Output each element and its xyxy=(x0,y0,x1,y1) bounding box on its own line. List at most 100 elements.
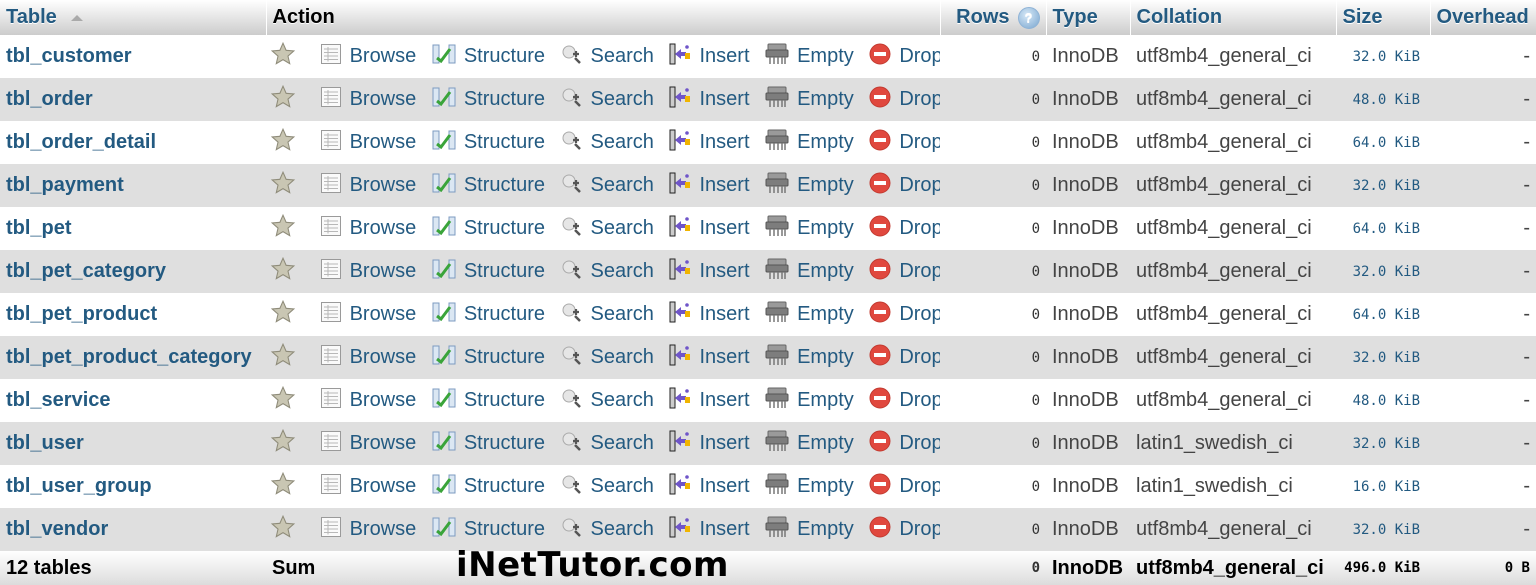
empty-button[interactable]: Empty xyxy=(765,128,854,158)
search-button[interactable]: Search xyxy=(561,258,654,286)
favorite-star-icon[interactable] xyxy=(270,428,296,460)
structure-button[interactable]: Structure xyxy=(432,215,545,243)
insert-button[interactable]: Insert xyxy=(669,472,750,502)
insert-button[interactable]: Insert xyxy=(669,214,750,244)
empty-button[interactable]: Empty xyxy=(765,42,854,72)
drop-button[interactable]: Drop xyxy=(869,387,940,415)
insert-button[interactable]: Insert xyxy=(669,429,750,459)
browse-button[interactable]: Browse xyxy=(320,258,416,286)
column-header-rows[interactable]: Rows? xyxy=(940,0,1047,35)
column-header-size[interactable]: Size xyxy=(1336,0,1431,35)
search-button[interactable]: Search xyxy=(561,430,654,458)
table-name-link[interactable]: tbl_user xyxy=(6,432,84,454)
table-name-link[interactable]: tbl_payment xyxy=(6,174,124,196)
favorite-star-icon[interactable] xyxy=(270,127,296,159)
drop-button[interactable]: Drop xyxy=(869,473,940,501)
browse-button[interactable]: Browse xyxy=(320,172,416,200)
empty-button[interactable]: Empty xyxy=(765,214,854,244)
favorite-star-icon[interactable] xyxy=(270,170,296,202)
drop-button[interactable]: Drop xyxy=(869,215,940,243)
table-name-link[interactable]: tbl_user_group xyxy=(6,475,152,497)
empty-button[interactable]: Empty xyxy=(765,343,854,373)
browse-button[interactable]: Browse xyxy=(320,301,416,329)
search-button[interactable]: Search xyxy=(561,344,654,372)
structure-button[interactable]: Structure xyxy=(432,129,545,157)
structure-button[interactable]: Structure xyxy=(432,43,545,71)
drop-button[interactable]: Drop xyxy=(869,301,940,329)
favorite-star-icon[interactable] xyxy=(270,514,296,546)
favorite-star-icon[interactable] xyxy=(270,256,296,288)
structure-button[interactable]: Structure xyxy=(432,258,545,286)
search-button[interactable]: Search xyxy=(561,301,654,329)
drop-button[interactable]: Drop xyxy=(869,516,940,544)
table-name-link[interactable]: tbl_pet xyxy=(6,217,72,239)
drop-button[interactable]: Drop xyxy=(869,344,940,372)
insert-button[interactable]: Insert xyxy=(669,257,750,287)
search-button[interactable]: Search xyxy=(561,172,654,200)
search-button[interactable]: Search xyxy=(561,129,654,157)
table-name-link[interactable]: tbl_vendor xyxy=(6,518,108,540)
insert-button[interactable]: Insert xyxy=(669,42,750,72)
drop-button[interactable]: Drop xyxy=(869,43,940,71)
search-button[interactable]: Search xyxy=(561,516,654,544)
structure-button[interactable]: Structure xyxy=(432,516,545,544)
column-header-collation[interactable]: Collation xyxy=(1130,0,1337,35)
browse-button[interactable]: Browse xyxy=(320,129,416,157)
favorite-star-icon[interactable] xyxy=(270,299,296,331)
structure-button[interactable]: Structure xyxy=(432,344,545,372)
browse-button[interactable]: Browse xyxy=(320,43,416,71)
empty-button[interactable]: Empty xyxy=(765,472,854,502)
browse-button[interactable]: Browse xyxy=(320,430,416,458)
empty-button[interactable]: Empty xyxy=(765,257,854,287)
browse-button[interactable]: Browse xyxy=(320,473,416,501)
insert-button[interactable]: Insert xyxy=(669,171,750,201)
insert-button[interactable]: Insert xyxy=(669,343,750,373)
insert-button[interactable]: Insert xyxy=(669,386,750,416)
drop-button[interactable]: Drop xyxy=(869,129,940,157)
drop-button[interactable]: Drop xyxy=(869,430,940,458)
structure-button[interactable]: Structure xyxy=(432,430,545,458)
column-header-overhead[interactable]: Overhead xyxy=(1430,0,1536,35)
browse-button[interactable]: Browse xyxy=(320,86,416,114)
insert-button[interactable]: Insert xyxy=(669,85,750,115)
table-name-link[interactable]: tbl_pet_product_category xyxy=(6,346,252,368)
favorite-star-icon[interactable] xyxy=(270,84,296,116)
structure-button[interactable]: Structure xyxy=(432,473,545,501)
empty-button[interactable]: Empty xyxy=(765,386,854,416)
empty-button[interactable]: Empty xyxy=(765,171,854,201)
search-button[interactable]: Search xyxy=(561,43,654,71)
table-name-link[interactable]: tbl_service xyxy=(6,389,111,411)
insert-button[interactable]: Insert xyxy=(669,515,750,545)
structure-button[interactable]: Structure xyxy=(432,387,545,415)
table-name-link[interactable]: tbl_order_detail xyxy=(6,131,156,153)
help-icon[interactable]: ? xyxy=(1017,6,1040,29)
structure-button[interactable]: Structure xyxy=(432,301,545,329)
column-header-type[interactable]: Type xyxy=(1046,0,1131,35)
empty-button[interactable]: Empty xyxy=(765,300,854,330)
browse-button[interactable]: Browse xyxy=(320,516,416,544)
insert-button[interactable]: Insert xyxy=(669,300,750,330)
structure-button[interactable]: Structure xyxy=(432,172,545,200)
favorite-star-icon[interactable] xyxy=(270,471,296,503)
search-button[interactable]: Search xyxy=(561,86,654,114)
drop-button[interactable]: Drop xyxy=(869,86,940,114)
table-name-link[interactable]: tbl_order xyxy=(6,88,93,110)
browse-button[interactable]: Browse xyxy=(320,387,416,415)
favorite-star-icon[interactable] xyxy=(270,342,296,374)
search-button[interactable]: Search xyxy=(561,473,654,501)
browse-button[interactable]: Browse xyxy=(320,344,416,372)
drop-button[interactable]: Drop xyxy=(869,172,940,200)
insert-button[interactable]: Insert xyxy=(669,128,750,158)
table-name-link[interactable]: tbl_customer xyxy=(6,45,132,67)
table-name-link[interactable]: tbl_pet_category xyxy=(6,260,166,282)
column-header-table[interactable]: Table xyxy=(0,0,267,35)
table-name-link[interactable]: tbl_pet_product xyxy=(6,303,157,325)
drop-button[interactable]: Drop xyxy=(869,258,940,286)
favorite-star-icon[interactable] xyxy=(270,385,296,417)
empty-button[interactable]: Empty xyxy=(765,85,854,115)
favorite-star-icon[interactable] xyxy=(270,213,296,245)
structure-button[interactable]: Structure xyxy=(432,86,545,114)
empty-button[interactable]: Empty xyxy=(765,429,854,459)
search-button[interactable]: Search xyxy=(561,387,654,415)
search-button[interactable]: Search xyxy=(561,215,654,243)
